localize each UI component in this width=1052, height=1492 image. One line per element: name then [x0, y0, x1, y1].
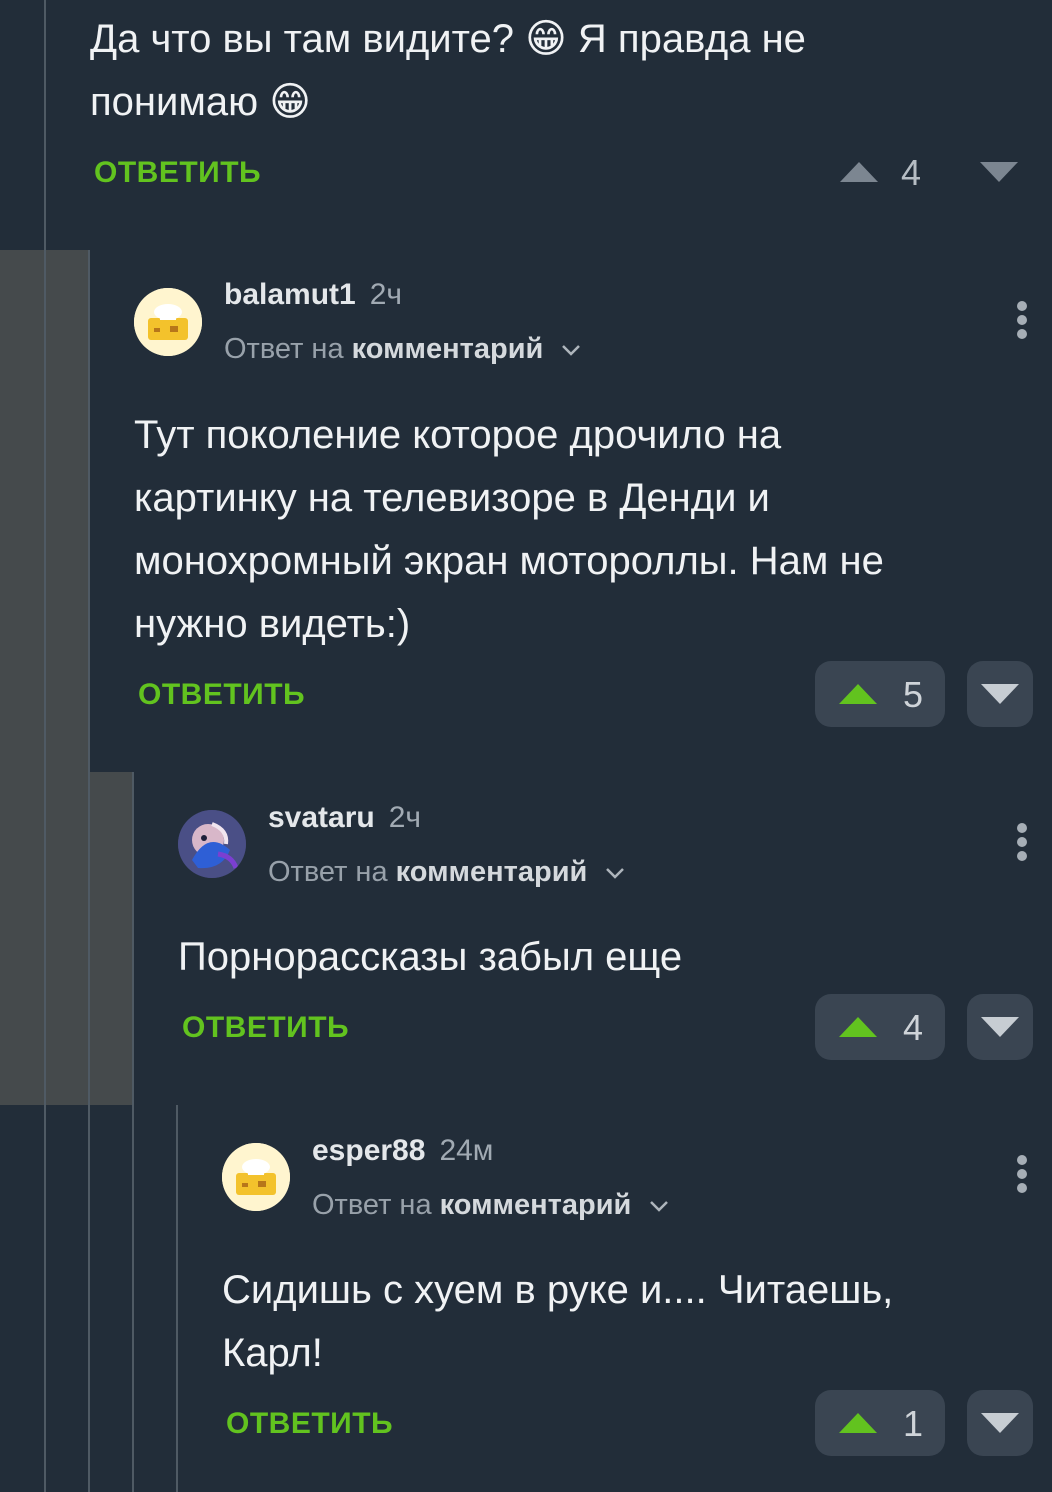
comment-1-line-4: нужно видеть:): [134, 602, 411, 646]
comment-1-downvote-button[interactable]: [967, 661, 1033, 727]
comment-1-line-3: монохромный экран мотороллы. Нам не: [134, 539, 884, 583]
top-comment-upvote-icon[interactable]: [838, 160, 880, 184]
thread-line-4: [176, 1105, 178, 1492]
comment-2-reply-target[interactable]: комментарий: [396, 856, 588, 888]
comment-3-rating: 1: [903, 1403, 924, 1444]
comment-3-time: 24м: [439, 1134, 494, 1167]
chef-hat-avatar-icon: [222, 1143, 290, 1211]
thread-line-1: [44, 0, 46, 1492]
comment-1-time: 2ч: [369, 278, 403, 311]
top-comment-rating: 4: [901, 152, 922, 193]
comment-2-username[interactable]: svataru 2ч: [268, 801, 421, 835]
downvote-icon: [981, 1413, 1019, 1433]
comment-3-line-1: Сидишь с хуем в руке и.... Читаешь,: [222, 1268, 894, 1312]
comment-2-reply-to[interactable]: Ответ на комментарий: [268, 856, 625, 889]
chevron-down-icon[interactable]: [561, 343, 581, 357]
comment-2-reply-prefix: Ответ на: [268, 856, 388, 888]
comment-2-reply-button[interactable]: ОТВЕТИТЬ: [182, 1011, 349, 1045]
comment-2-text: Порнорассказы забыл еще: [178, 926, 1038, 989]
dragon-avatar-icon: [178, 810, 246, 878]
comment-2-more-icon[interactable]: [1007, 820, 1037, 864]
upvote-icon: [839, 684, 877, 704]
upvote-icon: [839, 1413, 877, 1433]
comment-2-username-text[interactable]: svataru: [268, 801, 375, 834]
comment-2-upvote-button[interactable]: 4: [815, 994, 945, 1060]
comment-1-reply-prefix: Ответ на: [224, 333, 344, 365]
downvote-icon: [981, 1017, 1019, 1037]
comment-1-reply-target[interactable]: комментарий: [352, 333, 544, 365]
comment-1-text: Тут поколение которое дрочило на картинк…: [134, 404, 1034, 656]
avatar-svataru[interactable]: [178, 810, 246, 878]
comment-1-reply-to[interactable]: Ответ на комментарий: [224, 333, 581, 366]
comment-1-username-text[interactable]: balamut1: [224, 278, 356, 311]
comment-2-time: 2ч: [388, 801, 422, 834]
comment-1-more-icon[interactable]: [1007, 298, 1037, 342]
comment-3-downvote-button[interactable]: [967, 1390, 1033, 1456]
comment-3-text: Сидишь с хуем в руке и.... Читаешь, Карл…: [222, 1259, 1042, 1385]
top-comment-line-1: Да что вы там видите? 😁 Я правда не: [90, 17, 806, 61]
comments-page: Да что вы там видите? 😁 Я правда не пони…: [0, 0, 1052, 1492]
comment-1-username[interactable]: balamut1 2ч: [224, 278, 402, 312]
top-comment-line-2: понимаю 😁: [90, 80, 311, 124]
comment-3-reply-button[interactable]: ОТВЕТИТЬ: [226, 1407, 393, 1441]
thread-line-3: [132, 772, 134, 1492]
comment-3-reply-to[interactable]: Ответ на комментарий: [312, 1189, 669, 1222]
comment-3-more-icon[interactable]: [1007, 1152, 1037, 1196]
comment-3-line-2: Карл!: [222, 1331, 323, 1375]
avatar-esper88[interactable]: [222, 1143, 290, 1211]
comment-1-upvote-button[interactable]: 5: [815, 661, 945, 727]
top-comment-reply-button[interactable]: ОТВЕТИТЬ: [94, 156, 261, 190]
chef-hat-avatar-icon: [134, 288, 202, 356]
top-comment-downvote-icon[interactable]: [978, 160, 1020, 184]
comment-1-rating: 5: [903, 674, 924, 715]
comment-3-username-text[interactable]: esper88: [312, 1134, 425, 1167]
comment-3-reply-target[interactable]: комментарий: [440, 1189, 632, 1221]
comment-3-reply-prefix: Ответ на: [312, 1189, 432, 1221]
comment-2-line-1: Порнорассказы забыл еще: [178, 935, 683, 979]
downvote-icon: [981, 684, 1019, 704]
comment-3-upvote-button[interactable]: 1: [815, 1390, 945, 1456]
comment-1-line-1: Тут поколение которое дрочило на: [134, 413, 782, 457]
upvote-icon: [839, 1017, 877, 1037]
thread-line-2: [88, 250, 90, 1492]
comment-1-line-2: картинку на телевизоре в Денди и: [134, 476, 770, 520]
avatar-balamut1[interactable]: [134, 288, 202, 356]
chevron-down-icon[interactable]: [605, 866, 625, 880]
comment-1-reply-button[interactable]: ОТВЕТИТЬ: [138, 678, 305, 712]
highlight-band-2: [0, 772, 134, 1105]
comment-3-username[interactable]: esper88 24м: [312, 1134, 493, 1168]
comment-2-rating: 4: [903, 1007, 924, 1048]
top-comment-text: Да что вы там видите? 😁 Я правда не пони…: [90, 8, 1020, 134]
chevron-down-icon[interactable]: [649, 1199, 669, 1213]
comment-2-downvote-button[interactable]: [967, 994, 1033, 1060]
